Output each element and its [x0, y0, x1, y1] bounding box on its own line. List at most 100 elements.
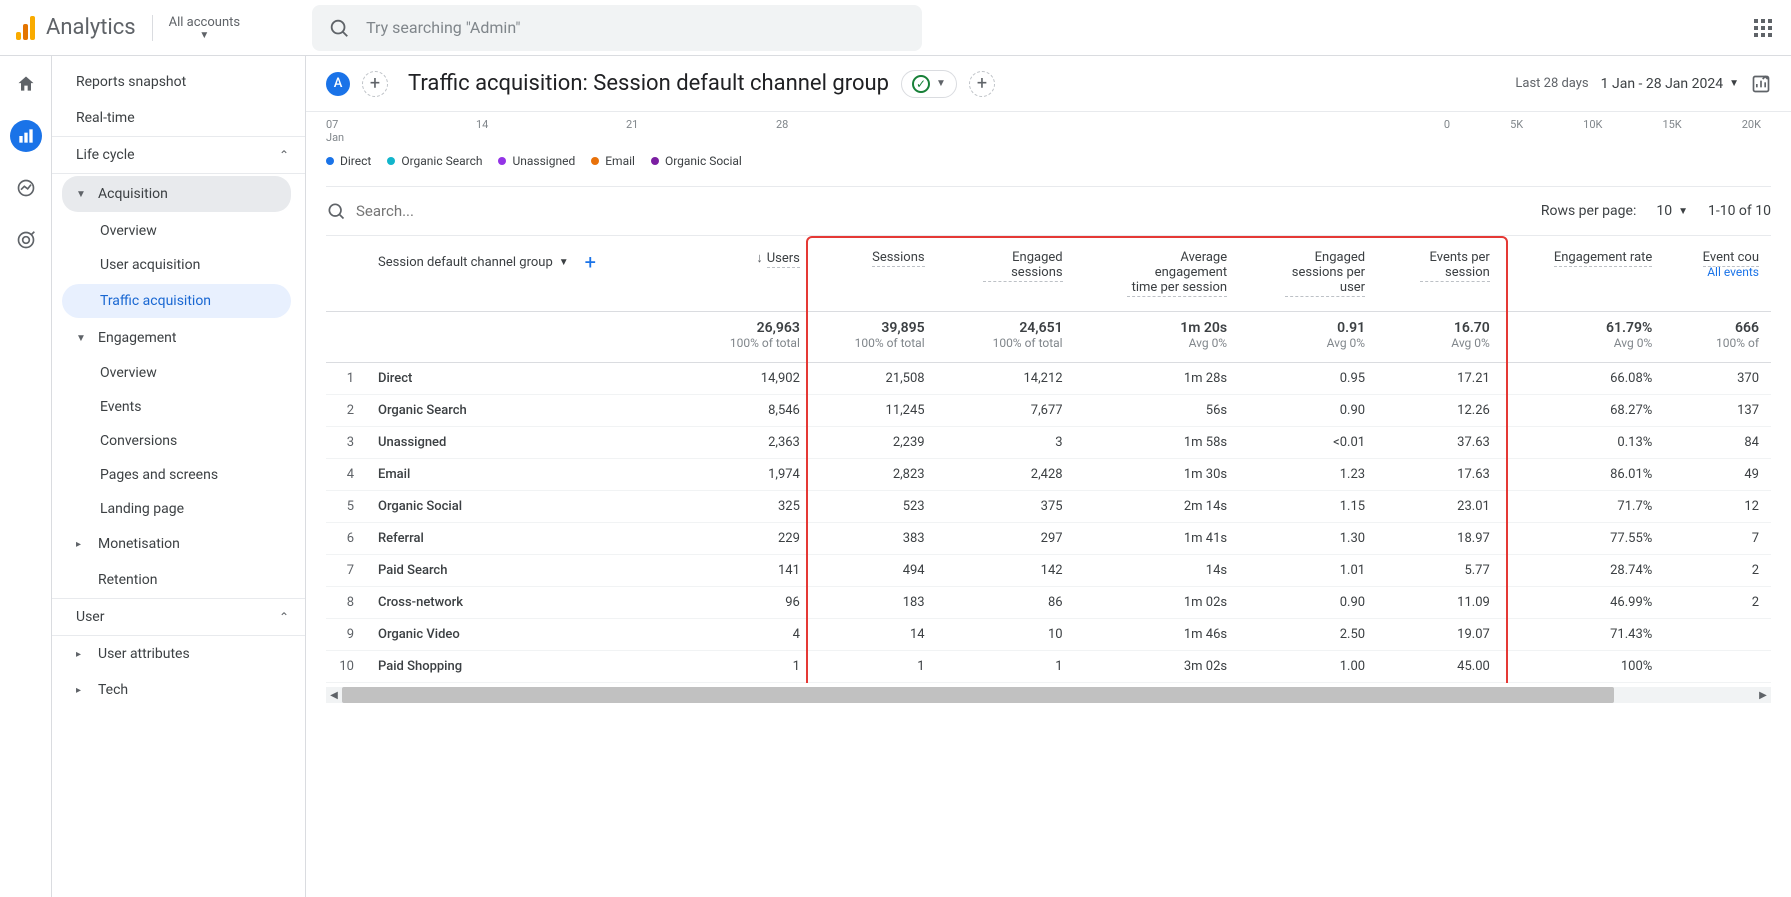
sidebar-eng-overview[interactable]: Overview: [52, 356, 305, 390]
sidebar-user-section[interactable]: User ⌃: [52, 598, 305, 636]
sidebar-lifecycle-section[interactable]: Life cycle ⌃: [52, 136, 305, 174]
sidebar-pages-screens[interactable]: Pages and screens: [52, 458, 305, 492]
summary-row: 26,963100% of total39,895100% of total24…: [326, 312, 1771, 363]
chart-legend: Direct Organic Search Unassigned Email Organ…: [326, 154, 1771, 168]
rows-per-page-label: Rows per page:: [1541, 203, 1636, 219]
y-axis-tick: 0: [1444, 118, 1450, 131]
sidebar-reports-snapshot[interactable]: Reports snapshot: [52, 64, 305, 100]
table-row[interactable]: 3Unassigned2,3632,23931m 58s<0.0137.630.…: [326, 427, 1771, 459]
col-avg-engagement-time[interactable]: Average engagement time per session: [1075, 236, 1240, 312]
sidebar-engagement[interactable]: ▼ Engagement: [52, 320, 305, 356]
logo[interactable]: Analytics: [16, 15, 136, 40]
date-label: Last 28 days: [1515, 76, 1588, 91]
chevron-down-icon: ▼: [199, 30, 209, 41]
y-axis-tick: 15K: [1662, 118, 1681, 131]
global-search[interactable]: [312, 5, 922, 51]
scroll-right-icon[interactable]: ▶: [1755, 687, 1771, 703]
search-icon: [328, 17, 350, 39]
segment-avatar[interactable]: A: [326, 72, 350, 96]
table-row[interactable]: 2Organic Search8,54611,2457,67756s0.9012…: [326, 395, 1771, 427]
sidebar-acquisition[interactable]: ▼ Acquisition: [62, 176, 291, 212]
x-axis-tick: 07: [326, 118, 476, 131]
col-events-per-session[interactable]: Events per session: [1377, 236, 1502, 312]
add-comparison-button[interactable]: +: [362, 71, 388, 97]
sidebar-monetisation[interactable]: ▸ Monetisation: [52, 526, 305, 562]
col-engaged-per-user[interactable]: Engaged sessions per user: [1239, 236, 1377, 312]
rail-advertising[interactable]: [10, 224, 42, 256]
y-axis-tick: 5K: [1510, 118, 1523, 131]
caret-right-icon: ▸: [76, 685, 88, 696]
rail-explore[interactable]: [10, 172, 42, 204]
sidebar-realtime[interactable]: Real-time: [52, 100, 305, 136]
sidebar-traffic-acquisition[interactable]: Traffic acquisition: [62, 284, 291, 318]
sidebar-acq-overview[interactable]: Overview: [52, 214, 305, 248]
account-selector-label: All accounts: [169, 15, 240, 30]
status-chip[interactable]: ✓ ▼: [901, 70, 957, 98]
chart-area: 07142128 Jan 05K10K15K20K DirectOrganic …: [326, 112, 1771, 174]
dimension-header[interactable]: Session default channel group ▼ +: [366, 236, 687, 312]
y-axis-tick: 20K: [1742, 118, 1761, 131]
apps-icon[interactable]: [1751, 16, 1775, 40]
sidebar-user-attributes[interactable]: ▸ User attributes: [52, 636, 305, 672]
caret-down-icon: ▼: [76, 333, 88, 344]
horizontal-scrollbar[interactable]: ◀ ▶: [326, 687, 1771, 703]
legend-item[interactable]: Organic Search: [387, 154, 482, 168]
legend-item[interactable]: Organic Social: [651, 154, 742, 168]
chevron-down-icon: ▼: [1729, 78, 1739, 89]
col-users[interactable]: ↓Users: [687, 236, 812, 312]
add-dimension-button[interactable]: +: [585, 250, 596, 274]
global-search-input[interactable]: [366, 18, 906, 37]
table-row[interactable]: 6Referral2293832971m 41s1.3018.9777.55%7: [326, 523, 1771, 555]
sidebar: Reports snapshot Real-time Life cycle ⌃ …: [52, 56, 306, 897]
table-row[interactable]: 9Organic Video414101m 46s2.5019.0771.43%: [326, 619, 1771, 651]
y-axis-tick: 10K: [1583, 118, 1602, 131]
chevron-up-icon: ⌃: [279, 610, 289, 624]
topbar: Analytics All accounts ▼: [0, 0, 1791, 56]
legend-item[interactable]: Email: [591, 154, 635, 168]
data-table: Session default channel group ▼ + ↓Users…: [326, 236, 1771, 683]
chevron-down-icon: ▼: [936, 78, 946, 89]
rail-reports[interactable]: [10, 120, 42, 152]
table-row[interactable]: 4Email1,9742,8232,4281m 30s1.2317.6386.0…: [326, 459, 1771, 491]
nav-rail: [0, 56, 52, 897]
legend-dot-icon: [326, 157, 334, 165]
customize-report-icon[interactable]: [1751, 74, 1771, 94]
table-search[interactable]: [326, 201, 556, 221]
sidebar-retention[interactable]: Retention: [52, 562, 305, 598]
x-axis-sublabel: Jan: [326, 131, 1193, 144]
date-range-button[interactable]: 1 Jan - 28 Jan 2024 ▼: [1601, 76, 1739, 92]
scroll-left-icon[interactable]: ◀: [326, 687, 342, 703]
sidebar-landing-page[interactable]: Landing page: [52, 492, 305, 526]
add-button[interactable]: +: [969, 71, 995, 97]
table-row[interactable]: 8Cross-network96183861m 02s0.9011.0946.9…: [326, 587, 1771, 619]
sort-down-icon: ↓: [756, 251, 763, 266]
table-wrapper: Session default channel group ▼ + ↓Users…: [326, 235, 1771, 683]
caret-down-icon: ▼: [76, 189, 88, 200]
legend-dot-icon: [591, 157, 599, 165]
table-row[interactable]: 7Paid Search14149414214s1.015.7728.74%2: [326, 555, 1771, 587]
account-selector[interactable]: All accounts ▼: [152, 15, 240, 41]
legend-item[interactable]: Direct: [326, 154, 371, 168]
col-engagement-rate[interactable]: Engagement rate: [1502, 236, 1664, 312]
page-header: A + Traffic acquisition: Session default…: [306, 56, 1791, 112]
bar-chart-icon: [16, 126, 36, 146]
table-row[interactable]: 10Paid Shopping1113m 02s1.0045.00100%: [326, 651, 1771, 683]
sidebar-user-acquisition[interactable]: User acquisition: [52, 248, 305, 282]
col-engaged-sessions[interactable]: Engaged sessions: [937, 236, 1075, 312]
legend-item[interactable]: Unassigned: [498, 154, 575, 168]
legend-dot-icon: [498, 157, 506, 165]
sidebar-conversions[interactable]: Conversions: [52, 424, 305, 458]
sidebar-events[interactable]: Events: [52, 390, 305, 424]
table-row[interactable]: 5Organic Social3255233752m 14s1.1523.017…: [326, 491, 1771, 523]
sidebar-tech[interactable]: ▸ Tech: [52, 672, 305, 708]
col-sessions[interactable]: Sessions: [812, 236, 937, 312]
scrollbar-thumb[interactable]: [342, 687, 1614, 703]
rows-per-page-select[interactable]: 10 ▼: [1656, 203, 1688, 219]
legend-dot-icon: [387, 157, 395, 165]
rail-home[interactable]: [10, 68, 42, 100]
chevron-down-icon: ▼: [559, 257, 569, 268]
col-event-count[interactable]: Event couAll events: [1664, 236, 1771, 312]
search-icon: [326, 201, 346, 221]
table-row[interactable]: 1Direct14,90221,50814,2121m 28s0.9517.21…: [326, 363, 1771, 395]
table-search-input[interactable]: [356, 202, 556, 220]
